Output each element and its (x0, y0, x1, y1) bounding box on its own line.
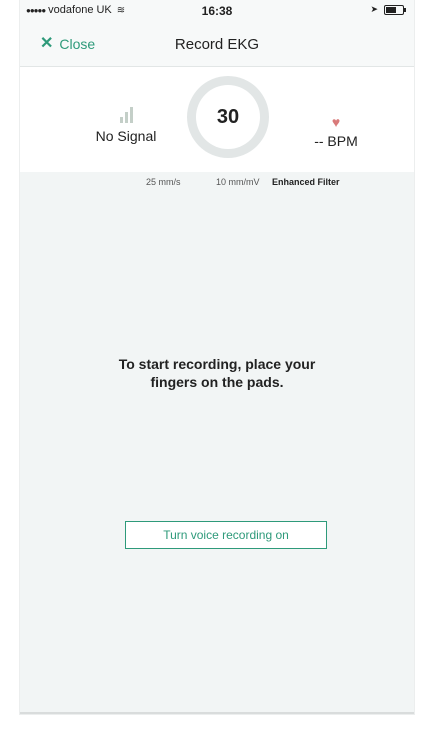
signal-bars-icon (86, 105, 166, 123)
paper-speed: 25 mm/s (146, 177, 181, 187)
recording-settings: 25 mm/s 10 mm/mV Enhanced Filter (20, 172, 414, 194)
page-title: Record EKG (174, 36, 260, 53)
status-bar: ●●●●● vodafone UK ≋ 16:38 ➤ (20, 0, 414, 20)
signal-indicator: No Signal (86, 105, 166, 144)
status-right: ➤ (370, 4, 406, 15)
location-arrow-icon: ➤ (370, 4, 378, 14)
voice-recording-button[interactable]: Turn voice recording on (125, 521, 327, 549)
battery-icon (384, 4, 406, 15)
navigation-bar: ✕ Close Record EKG (20, 20, 414, 67)
bpm-label: -- BPM (314, 133, 358, 149)
heart-icon: ♥ (331, 114, 341, 130)
heart-rate-indicator: ♥ -- BPM (296, 115, 376, 149)
signal-label: No Signal (95, 128, 157, 144)
gain-setting: 10 mm/mV (216, 177, 260, 187)
filter-setting: Enhanced Filter (272, 177, 340, 187)
countdown-value: 30 (196, 85, 260, 149)
phone-screen: ●●●●● vodafone UK ≋ 16:38 ➤ ✕ Close Reco… (20, 0, 414, 714)
recording-header: No Signal 30 ♥ -- BPM (20, 67, 414, 172)
countdown-ring: 30 (187, 76, 269, 158)
status-time: 16:38 (201, 4, 233, 18)
instruction-text: To start recording, place your fingers o… (118, 356, 316, 390)
